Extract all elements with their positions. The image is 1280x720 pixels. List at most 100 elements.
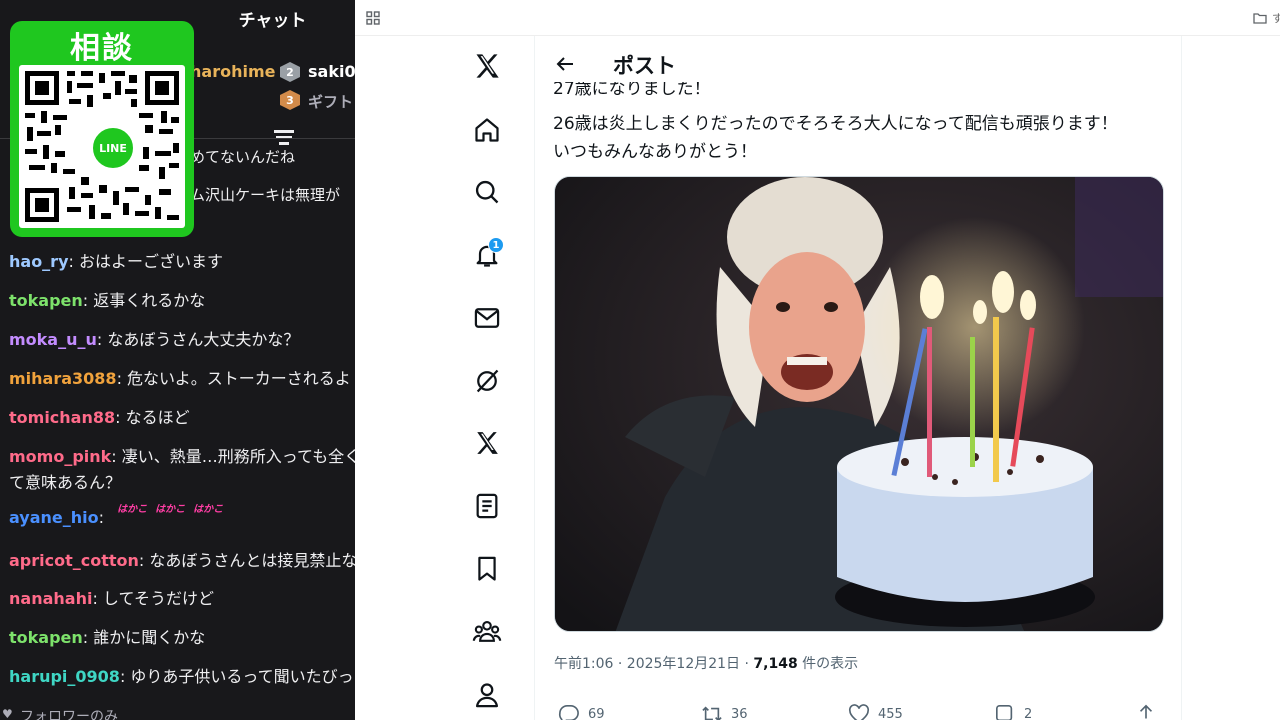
birthday-photo-illustration	[555, 177, 1163, 631]
post-text-fragment: 27歳になりました！	[553, 82, 711, 99]
post-detail: ポスト 27歳になりました！ 26歳は炎上しまくりだったのでそろそろ大人になって…	[536, 36, 1182, 720]
reply-count: 69	[588, 706, 605, 720]
chat-username[interactable]: hao_ry	[9, 252, 69, 271]
chat-text: て意味あるん？	[9, 473, 122, 492]
folder-icon[interactable]	[1253, 10, 1267, 24]
chat-username[interactable]: tokapen	[9, 291, 83, 310]
rank-2-icon: 2	[280, 62, 300, 82]
chat-username[interactable]: tokapen	[9, 628, 83, 647]
post-text-line: 26歳は炎上しまくりだったのでそろそろ大人になって配信も頑張ります！	[553, 114, 1118, 134]
bookmark-count: 2	[1024, 706, 1033, 720]
grok-icon[interactable]	[472, 366, 502, 396]
qr-title: 相談	[70, 31, 134, 66]
home-icon[interactable]	[472, 115, 502, 145]
chat-message: harupi_0908: ゆりあ子供いるって聞いたびっ	[9, 667, 354, 686]
share-icon	[1139, 704, 1153, 719]
bookmarks-icon[interactable]	[472, 554, 502, 584]
chat-text: 危ないよ。ストーカーされるよ	[127, 369, 351, 388]
messages-envelope-icon[interactable]	[472, 303, 502, 333]
repost-count: 36	[731, 706, 748, 720]
chat-partial-line: めてないんだね	[190, 148, 296, 166]
apps-grid-icon[interactable]	[366, 10, 380, 25]
chat-text: 凄い、熱量…刑務所入っても全く	[121, 447, 355, 466]
browser-bookmarks-bar: す	[355, 0, 1280, 36]
bookmark-folder-label[interactable]: す	[1272, 10, 1280, 26]
heart-outline-icon	[848, 704, 870, 720]
repost-icon	[702, 706, 722, 720]
chat-username[interactable]: moka_u_u	[9, 330, 97, 349]
chat-username[interactable]: ayane_hio	[9, 508, 99, 527]
chat-text: してそうだけど	[102, 589, 214, 608]
chat-username[interactable]: nanahahi	[9, 589, 92, 608]
chat-text: 誰かに聞くかな	[93, 628, 206, 647]
chat-text: 返事くれるかな	[93, 291, 206, 310]
post-meta: 午前1:06 · 2025年12月21日 · 7,148 件の表示	[554, 653, 858, 673]
line-logo-icon: LINE	[90, 125, 136, 171]
post-view-count: 7,148	[753, 656, 798, 672]
chat-partial-line: ム沢山ケーキは無理が	[190, 186, 341, 204]
post-photo[interactable]	[554, 176, 1164, 632]
notification-count-badge: 1	[488, 237, 504, 253]
share-button[interactable]	[1137, 704, 1155, 720]
chat-message: momo_pink: 凄い、熱量…刑務所入っても全く	[9, 443, 355, 467]
x-premium-icon[interactable]	[472, 428, 502, 458]
x-logo-icon[interactable]	[472, 51, 502, 81]
chat-username[interactable]: apricot_cotton	[9, 551, 139, 570]
chat-message-continued: て意味あるん？	[9, 469, 121, 493]
back-arrow-icon[interactable]	[552, 51, 578, 77]
post-text-line: 27歳になりました！	[553, 82, 711, 100]
chat-text: なあぼうさんとは接見禁止な	[149, 551, 355, 570]
reply-button[interactable]: 69	[558, 704, 605, 720]
chat-text: おはよーございます	[78, 252, 223, 271]
post-actions: 69 36 455 2	[554, 704, 1164, 720]
chat-message: ayane_hio: はかこ はかこ はかこ	[9, 504, 223, 527]
chat-message: tokapen: 誰かに聞くかな	[9, 628, 206, 647]
x-sidebar: 1	[355, 36, 535, 720]
bookmark-button[interactable]: 2	[994, 704, 1032, 720]
chat-mode-bar: ♥ フォロワーのみ	[0, 702, 355, 720]
chat-message: hao_ry: おはよーございます	[9, 252, 223, 271]
emote-icon: はかこ	[193, 504, 224, 515]
post-header: ポスト	[536, 46, 1181, 82]
like-button[interactable]: 455	[848, 704, 903, 720]
reply-icon	[558, 705, 579, 720]
chat-text: なるほど	[125, 408, 190, 427]
chat-username[interactable]: momo_pink	[9, 447, 111, 466]
communities-icon[interactable]	[472, 617, 502, 647]
repost-button[interactable]: 36	[701, 704, 748, 720]
followers-only-label: フォロワーのみ	[20, 709, 118, 720]
heart-icon: ♥	[2, 707, 13, 720]
line-qr-card: 相談 LINE	[10, 21, 194, 237]
emote-icon: はかこ	[155, 504, 186, 515]
chat-message: moka_u_u: なあぼうさん大丈夫かな？	[9, 330, 300, 349]
qr-code[interactable]: LINE	[19, 65, 185, 228]
gifter-name-2[interactable]: saki0	[308, 62, 355, 81]
chat-message: mihara3088: 危ないよ。ストーカーされるよ	[9, 369, 351, 388]
chat-message: nanahahi: してそうだけど	[9, 589, 214, 608]
chat-username[interactable]: mihara3088	[9, 369, 117, 388]
chat-username[interactable]: tomichan88	[9, 408, 115, 427]
chat-header: チャット	[190, 0, 355, 36]
chat-message: tomichan88: なるほど	[9, 408, 190, 427]
collapse-icon[interactable]	[272, 126, 296, 148]
lists-icon[interactable]	[472, 491, 502, 521]
search-icon[interactable]	[472, 177, 502, 207]
page-title: ポスト	[613, 54, 676, 78]
gifter-name-1[interactable]: harohime	[190, 62, 275, 81]
bookmark-count-icon	[996, 705, 1013, 720]
chat-text: ゆりあ子供いるって聞いたびっ	[130, 667, 354, 686]
emote-icon: はかこ	[117, 504, 148, 515]
chat-message: tokapen: 返事くれるかな	[9, 291, 206, 310]
chat-text: なあぼうさん大丈夫かな？	[107, 330, 300, 349]
gifter-name-3[interactable]: ギフト	[308, 91, 353, 112]
rank-3-icon: 3	[280, 90, 300, 110]
post-view-suffix: 件の表示	[797, 656, 859, 672]
chat-username[interactable]: harupi_0908	[9, 667, 120, 686]
profile-icon[interactable]	[472, 680, 502, 710]
chat-message: apricot_cotton: なあぼうさんとは接見禁止な	[9, 547, 355, 571]
post-timestamp[interactable]: 午前1:06 · 2025年12月21日 ·	[554, 656, 753, 672]
chat-panel: チャット harohime 2 saki0 3 ギフト めてないんだね ム沢山ケ…	[0, 0, 355, 720]
line-logo-text: LINE	[99, 141, 127, 155]
post-text-line: いつもみんなありがとう！	[553, 142, 757, 162]
chat-title: チャット	[238, 10, 307, 31]
